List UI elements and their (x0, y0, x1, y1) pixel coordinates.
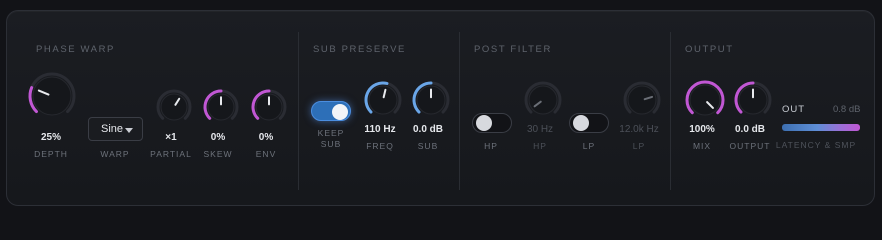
knob-graphic (734, 81, 772, 115)
output-gain-value: 0.0 dB (734, 124, 766, 135)
hp-freq-knob[interactable] (523, 80, 563, 120)
hp-freq-value: 30 Hz (526, 124, 554, 135)
knob-face (528, 85, 558, 115)
section-divider (298, 32, 299, 190)
freq-knob[interactable] (363, 80, 403, 120)
section-title-sub-preserve: SUB PRESERVE (313, 44, 406, 55)
sub-knob[interactable] (411, 80, 451, 120)
warp-shape-value: Sine (101, 123, 124, 135)
knob-graphic (412, 81, 450, 115)
skew-label: SKEW (203, 149, 233, 159)
out-meter-db: 0.8 dB (833, 104, 861, 115)
hp-toggle[interactable] (472, 113, 512, 133)
keep-sub-toggle[interactable] (311, 101, 351, 121)
lp-toggle[interactable] (569, 113, 609, 133)
partial-label: PARTIAL (150, 149, 192, 159)
section-title-phase-warp: PHASE WARP (36, 44, 115, 55)
skew-value: 0% (210, 132, 226, 143)
knob-face (368, 85, 398, 115)
sub-label: SUB (417, 141, 439, 151)
knob-graphic (251, 89, 287, 121)
lp-freq-knob[interactable] (622, 80, 662, 120)
env-knob[interactable] (250, 88, 288, 126)
partial-knob[interactable] (155, 88, 193, 126)
depth-knob[interactable] (27, 71, 77, 121)
lp-freq-label: LP (632, 141, 646, 151)
knob-face (627, 85, 657, 115)
out-meter-label: OUT (782, 104, 806, 115)
depth-value: 25% (40, 132, 62, 143)
lp-freq-value: 12.0k Hz (619, 124, 659, 135)
section-divider (670, 32, 671, 190)
toggle-thumb (573, 115, 589, 131)
mix-label: MIX (692, 141, 712, 151)
env-value: 0% (258, 132, 274, 143)
output-gain-knob[interactable] (733, 80, 773, 120)
toggle-thumb (476, 115, 492, 131)
mix-value: 100% (689, 124, 715, 135)
knob-face (160, 93, 188, 121)
hp-toggle-label: HP (484, 141, 498, 151)
knob-graphic (28, 72, 76, 116)
knob-graphic (524, 81, 562, 115)
knob-graphic (364, 81, 402, 115)
mix-knob[interactable] (684, 79, 726, 121)
knob-graphic (156, 89, 192, 121)
output-level-meter (782, 124, 860, 131)
toggle-thumb (332, 104, 348, 120)
freq-label: FREQ (366, 141, 394, 151)
knob-face (32, 76, 72, 116)
section-title-post-filter: POST FILTER (474, 44, 552, 55)
depth-label: DEPTH (34, 149, 68, 159)
section-divider (459, 32, 460, 190)
keep-sub-label-line2: SUB (320, 139, 342, 149)
hp-freq-label: HP (533, 141, 547, 151)
knob-face (689, 84, 721, 116)
keep-sub-label-line1: KEEP (317, 128, 345, 138)
partial-value: ×1 (165, 132, 177, 143)
section-title-output: OUTPUT (685, 44, 734, 55)
knob-graphic (685, 80, 725, 116)
latency-label: LATENCY & SMP (775, 140, 857, 150)
chevron-down-icon (125, 128, 133, 133)
skew-knob[interactable] (202, 88, 240, 126)
warp-label: WARP (100, 149, 130, 159)
warp-shape-dropdown[interactable]: Sine (88, 117, 143, 141)
sub-value: 0.0 dB (412, 124, 444, 135)
env-label: ENV (255, 149, 277, 159)
lp-toggle-label: LP (582, 141, 596, 151)
knob-graphic (623, 81, 661, 115)
output-gain-label: OUTPUT (729, 141, 771, 151)
knob-graphic (203, 89, 239, 121)
freq-value: 110 Hz (364, 124, 396, 135)
